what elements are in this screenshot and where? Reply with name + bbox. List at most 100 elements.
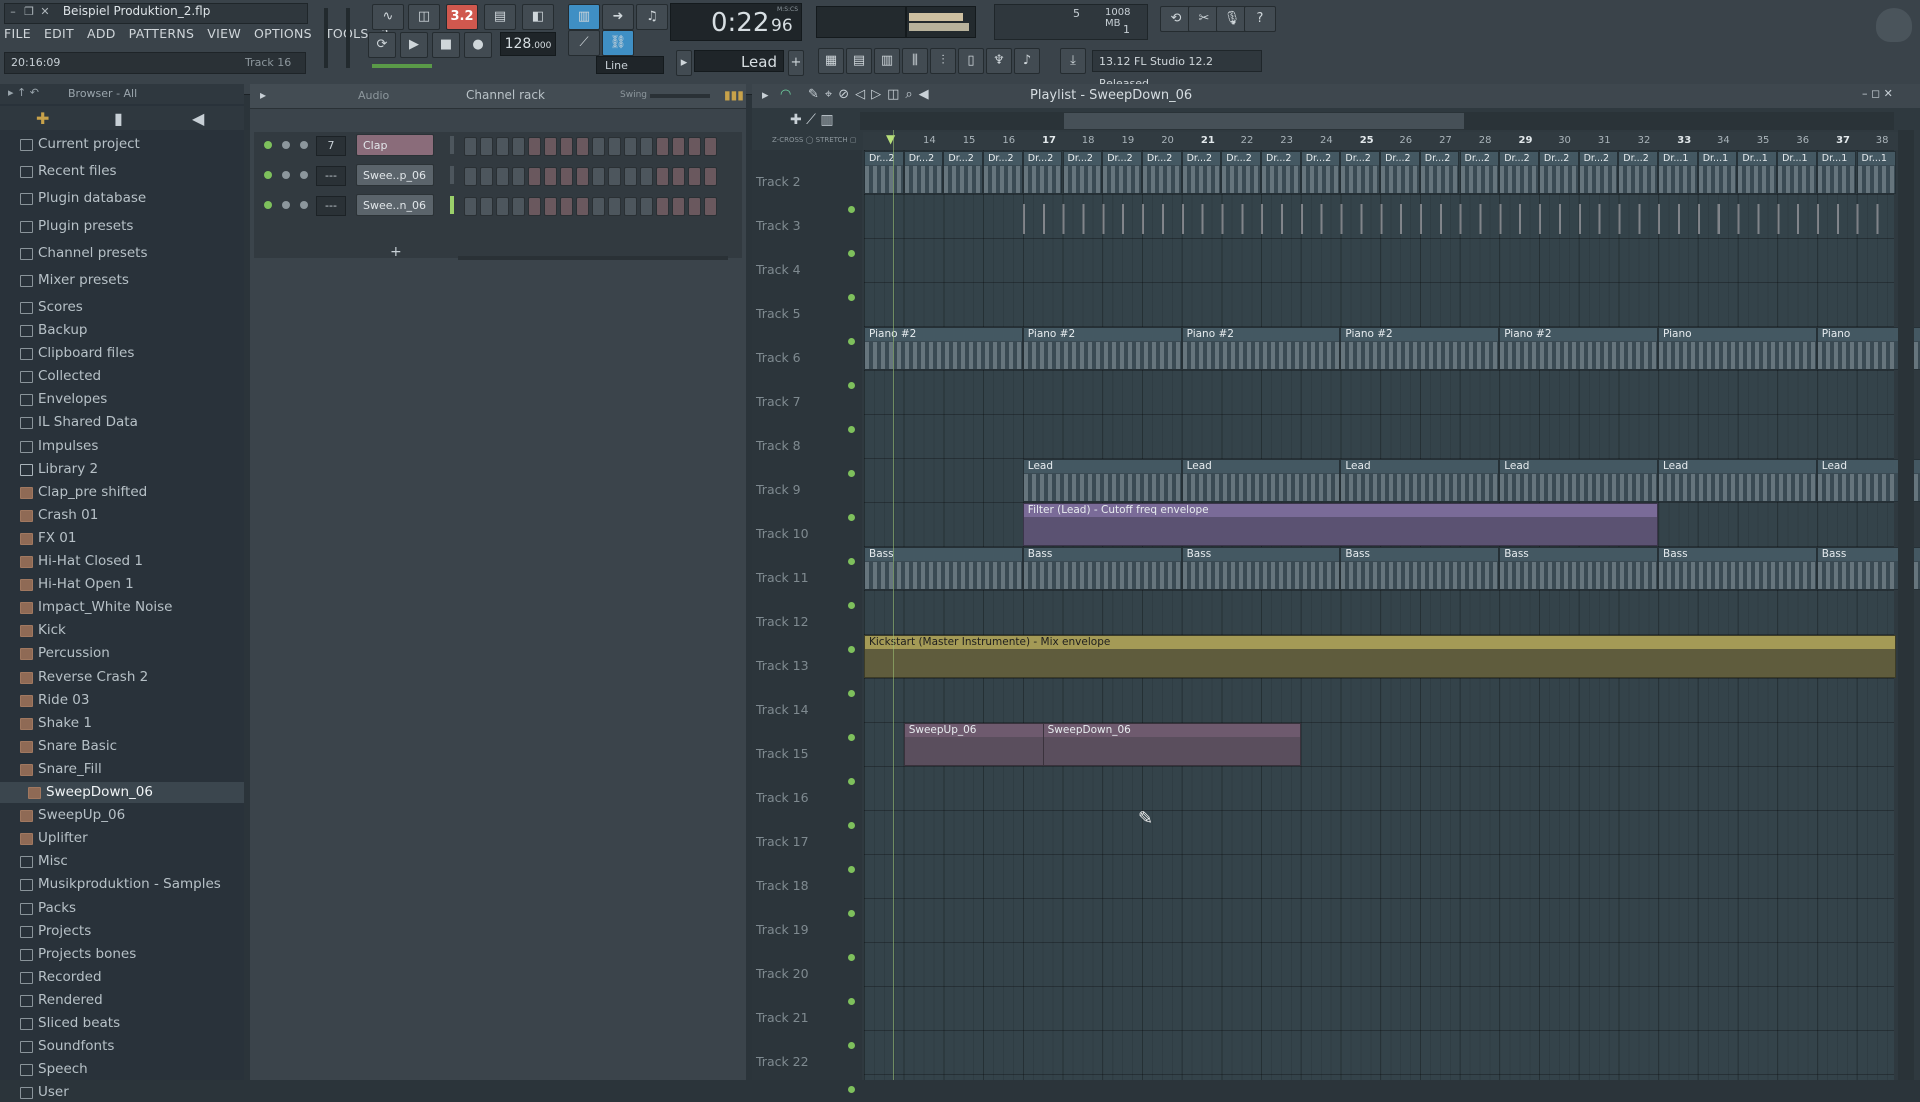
track-name[interactable]: Track 21 — [756, 1010, 809, 1026]
step-button[interactable] — [624, 197, 637, 216]
piano-pattern-clip[interactable]: Piano #2 — [1340, 327, 1500, 370]
step-button[interactable] — [464, 167, 477, 186]
pattern-prev-icon[interactable]: ▸ — [676, 50, 692, 76]
browser-item[interactable]: IL Shared Data — [20, 412, 138, 432]
menu-add[interactable]: ADD — [87, 26, 116, 41]
browser-item[interactable]: Backup — [20, 320, 88, 340]
drum-pattern-clip[interactable]: Dr...2 — [903, 151, 944, 194]
browser-item[interactable]: Channel presets — [20, 243, 148, 263]
playlist-tools-icon[interactable]: ✎⌖⊘◁▷◫⌕◀ — [808, 87, 935, 102]
record-button[interactable]: ● — [464, 32, 492, 58]
track-mute-led[interactable] — [848, 602, 855, 609]
lead-pattern-clip[interactable]: Lead — [1658, 459, 1817, 502]
news-ticker[interactable]: 13.12 FL Studio 12.2 Released — [1092, 50, 1262, 90]
step-button[interactable] — [528, 167, 541, 186]
step-button[interactable] — [624, 167, 637, 186]
tempo-display[interactable]: 128.000 — [500, 32, 556, 56]
browser-item[interactable]: Kick — [20, 620, 66, 640]
track-mute-led[interactable] — [848, 822, 855, 829]
step-button[interactable] — [640, 137, 653, 156]
browser-item[interactable]: Clap_pre shifted — [20, 482, 147, 502]
track-name[interactable]: Track 16 — [756, 790, 809, 806]
drum-pattern-clip[interactable]: Dr...2 — [1022, 151, 1063, 194]
browser-item[interactable]: Misc — [20, 851, 68, 871]
track-name[interactable]: Track 15 — [756, 746, 809, 762]
drum-pattern-clip[interactable]: Dr...2 — [1499, 151, 1539, 194]
help-icon[interactable]: ? — [1244, 6, 1276, 32]
track-name[interactable]: Track 5 — [756, 306, 801, 322]
track-mute-led[interactable] — [848, 470, 855, 477]
step-button[interactable] — [496, 137, 509, 156]
browser-item[interactable]: Recorded — [20, 967, 102, 987]
step-button[interactable] — [656, 167, 669, 186]
browser-item[interactable]: Packs — [20, 898, 76, 918]
stop-button[interactable]: ■ — [432, 32, 460, 58]
browser-item[interactable]: Impact_White Noise — [20, 597, 172, 617]
drum-pattern-clip[interactable]: Dr...2 — [1538, 151, 1579, 194]
step-button[interactable] — [560, 137, 573, 156]
step-button[interactable] — [496, 197, 509, 216]
drum-pattern-clip[interactable]: Dr...1 — [1697, 151, 1738, 194]
step-button[interactable] — [592, 137, 605, 156]
track-mute-led[interactable] — [848, 910, 855, 917]
drum-pattern-clip[interactable]: Dr...2 — [1062, 151, 1103, 194]
piano-pattern-clip[interactable]: Piano — [1658, 327, 1817, 370]
step-button[interactable] — [656, 137, 669, 156]
channel-select-indicator[interactable] — [450, 196, 454, 214]
menu-edit[interactable]: EDIT — [44, 26, 74, 41]
playlist-arrow-icon[interactable]: ▸ — [762, 88, 769, 103]
step-button[interactable] — [704, 167, 717, 186]
main-pitch-knob[interactable] — [372, 64, 432, 68]
drum-pattern-clip[interactable]: Dr...2 — [1141, 151, 1182, 194]
playlist-scroll-thumb[interactable] — [1064, 113, 1464, 129]
track-mute-led[interactable] — [848, 690, 855, 697]
step-button[interactable] — [480, 197, 493, 216]
browser-item[interactable]: User — [20, 1082, 69, 1102]
piano-pattern-clip[interactable]: Piano #2 — [864, 327, 1023, 370]
track-mute-led[interactable] — [848, 646, 855, 653]
step-button[interactable] — [496, 167, 509, 186]
browser-item[interactable]: Collected — [20, 366, 101, 386]
piano-pattern-clip[interactable]: Piano #2 — [1499, 327, 1658, 370]
browser-item[interactable]: Snare_Fill — [20, 759, 102, 779]
step-button[interactable] — [480, 167, 493, 186]
step-button[interactable] — [576, 197, 589, 216]
add-pattern-icon[interactable]: + — [788, 50, 804, 76]
song-time-display[interactable]: 0:22 96 M:S:CS — [670, 3, 802, 41]
track-mute-led[interactable] — [848, 998, 855, 1005]
step-button[interactable] — [576, 167, 589, 186]
pattern-selector[interactable]: Lead — [694, 50, 784, 72]
track-mute-led[interactable] — [848, 734, 855, 741]
step-button[interactable] — [528, 197, 541, 216]
tempo-tapper-icon[interactable]: ♪ — [1014, 48, 1040, 74]
drum-pattern-clip[interactable]: Dr...1 — [1856, 151, 1897, 194]
graph-editor-icon[interactable]: ▮▮▮ — [724, 88, 744, 102]
browser-item[interactable]: SweepDown_06 — [28, 782, 153, 802]
channel-name-button[interactable]: Swee..p_06 — [356, 164, 434, 186]
track-mute-led[interactable] — [848, 558, 855, 565]
browser-item[interactable]: Snare Basic — [20, 736, 117, 756]
solo-knob-icon[interactable] — [282, 171, 290, 179]
track-mute-led[interactable] — [848, 866, 855, 873]
track-name[interactable]: Track 20 — [756, 966, 809, 982]
channel-row[interactable]: --- Swee..p_06 — [260, 164, 740, 186]
track-name[interactable]: Track 14 — [756, 702, 809, 718]
restore-icon[interactable]: ❐ — [21, 4, 37, 20]
step-button[interactable] — [672, 167, 685, 186]
project-browser-icon[interactable]: ▯ — [958, 48, 984, 74]
pattern-clip-track-3[interactable] — [1022, 204, 1897, 234]
browser-title[interactable]: Browser - All — [68, 87, 137, 100]
channel-name-button[interactable]: Swee..n_06 — [356, 194, 434, 216]
drum-pattern-clip[interactable]: Dr...2 — [1261, 151, 1301, 194]
step-button[interactable] — [512, 137, 525, 156]
channel-row[interactable]: --- Swee..n_06 — [260, 194, 740, 216]
step-button[interactable] — [704, 197, 717, 216]
browser-item[interactable]: Impulses — [20, 436, 98, 456]
step-button[interactable] — [592, 197, 605, 216]
track-name[interactable]: Track 10 — [756, 526, 809, 542]
arrow-right-icon[interactable]: ➜ — [602, 4, 634, 30]
step-button[interactable] — [672, 137, 685, 156]
zcross-toggle[interactable]: Z-CROSS ◯ STRETCH ▢ — [772, 136, 857, 144]
browser-item[interactable]: Projects bones — [20, 944, 136, 964]
drum-pattern-clip[interactable]: Dr...2 — [1618, 151, 1658, 194]
